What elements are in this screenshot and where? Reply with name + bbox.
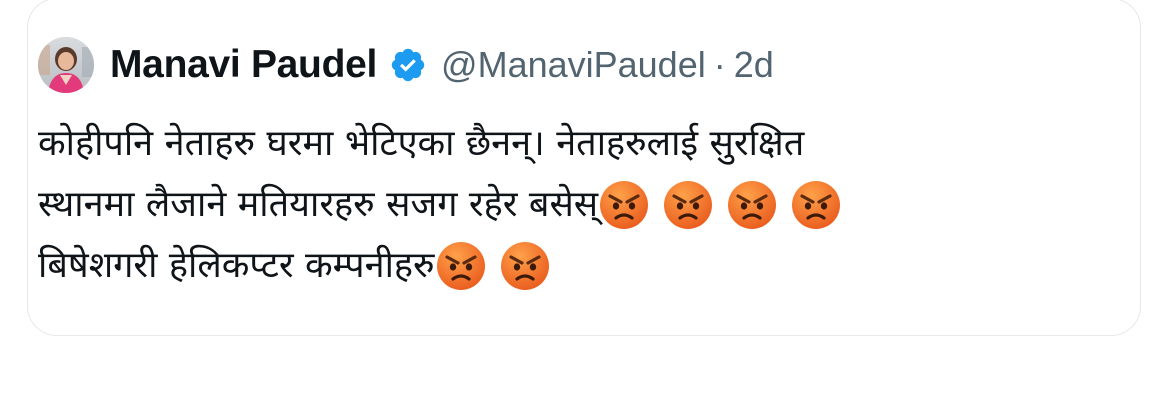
- tweet-line-3: बिषेशगरी हेलिकप्टर कम्पनीहरु: [38, 235, 1088, 296]
- avatar-image: [38, 37, 94, 93]
- tweet-header: Manavi Paudel @ManaviPaudel · 2d: [38, 37, 774, 93]
- tweet-line-text: कोहीपनि नेताहरु घरमा भेटिएका छैनन्। नेता…: [38, 123, 805, 164]
- author-name[interactable]: Manavi Paudel: [110, 43, 377, 87]
- tweet-line-2: स्थानमा लैजाने मतियारहरु सजग रहेर बसेस्: [38, 174, 1088, 235]
- author-handle[interactable]: @ManaviPaudel: [441, 44, 706, 86]
- verified-badge-icon: [391, 48, 425, 82]
- tweet-time[interactable]: 2d: [734, 44, 774, 86]
- tweet-line-text: स्थानमा लैजाने मतियारहरु सजग रहेर बसेस्: [38, 184, 599, 225]
- tweet-line-text: बिषेशगरी हेलिकप्टर कम्पनीहरु: [38, 245, 435, 286]
- angry-face-emoji: [600, 180, 649, 229]
- tweet-text: कोहीपनि नेताहरु घरमा भेटिएका छैनन्। नेता…: [38, 113, 1088, 296]
- separator-dot: ·: [713, 44, 726, 85]
- avatar[interactable]: [38, 37, 94, 93]
- angry-face-emoji: [664, 180, 713, 229]
- emoji-group: [598, 179, 842, 231]
- emoji-group: [435, 240, 551, 292]
- tweet-line-1: कोहीपनि नेताहरु घरमा भेटिएका छैनन्। नेता…: [38, 113, 1088, 174]
- angry-face-emoji: [728, 180, 777, 229]
- angry-face-emoji: [500, 241, 549, 290]
- angry-face-emoji: [792, 180, 841, 229]
- angry-face-emoji: [436, 241, 485, 290]
